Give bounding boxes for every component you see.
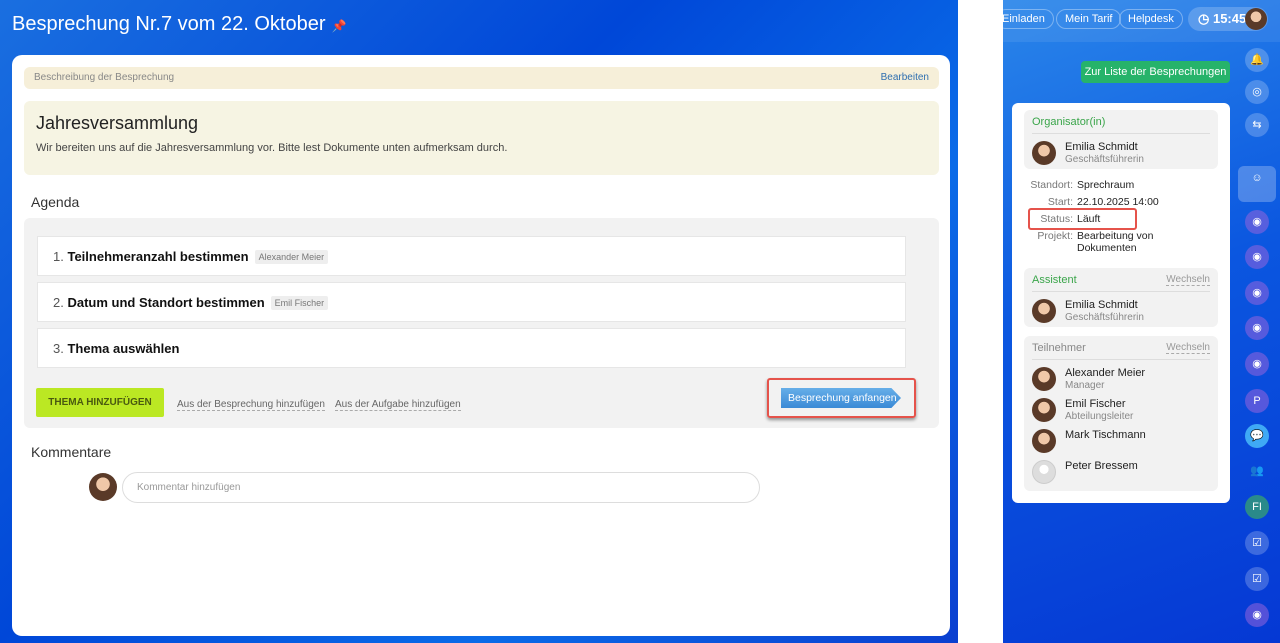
location-row: Standort: Sprechraum [1030, 179, 1135, 191]
participant[interactable]: Emil Fischer Abteilungsleiter [1032, 398, 1210, 422]
item-title: Teilnehmeranzahl bestimmen [67, 249, 249, 264]
helpdesk-button[interactable]: Helpdesk [1119, 9, 1183, 29]
user-avatar-icon[interactable]: ☺ [1238, 166, 1276, 202]
meeting-card: Beschreibung der Besprechung Bearbeiten J… [12, 55, 950, 636]
assistant-person[interactable]: Emilia Schmidt Geschäftsführerin [1032, 299, 1210, 323]
messages-icon[interactable]: 💬 [1245, 424, 1269, 448]
add-from-meeting-link[interactable]: Aus der Besprechung hinzufügen [177, 399, 325, 411]
agenda-item[interactable]: 3. Thema auswählen [37, 328, 906, 368]
agenda-item[interactable]: 2. Datum und Standort bestimmen Emil Fisc… [37, 282, 906, 322]
add-topic-button[interactable]: THEMA HINZUFÜGEN [36, 388, 164, 417]
person-role: Manager [1065, 380, 1105, 391]
avatar-placeholder [1032, 460, 1056, 484]
change-assistant-link[interactable]: Wechseln [1166, 274, 1210, 286]
start-row: Start: 22.10.2025 14:00 [1047, 196, 1159, 208]
plan-button[interactable]: Mein Tarif [1056, 9, 1122, 29]
bell-icon[interactable]: 🔔 [1245, 48, 1269, 72]
organizer-section: Organisator(in) Emilia Schmidt Geschäftsf… [1024, 110, 1218, 169]
avatar [1032, 141, 1056, 165]
details-panel: Organisator(in) Emilia Schmidt Geschäftsf… [1012, 103, 1230, 503]
item-number: 3. [53, 341, 64, 356]
assistant-section: Assistent Wechseln Emilia Schmidt Geschäft… [1024, 268, 1218, 327]
user-avatar [89, 473, 117, 501]
agenda-title: Agenda [31, 194, 80, 210]
person-name: Peter Bressem [1065, 460, 1138, 472]
person-role: Geschäftsführerin [1065, 312, 1144, 323]
person-name: Emilia Schmidt [1065, 141, 1138, 153]
chat-p-icon[interactable]: P [1245, 389, 1269, 413]
project-link[interactable]: Bearbeitung von Dokumenten [1077, 230, 1177, 254]
item-number: 2. [53, 295, 64, 310]
participants-label: Teilnehmer [1032, 342, 1086, 354]
item-tag: Alexander Meier [254, 250, 329, 264]
agenda-panel: 1. Teilnehmeranzahl bestimmen Alexander M… [24, 218, 939, 428]
channel-icon[interactable]: ◉ [1245, 210, 1269, 234]
project-row: Projekt: Bearbeitung von Dokumenten [1012, 230, 1230, 254]
agenda-item[interactable]: 1. Teilnehmeranzahl bestimmen Alexander M… [37, 236, 906, 276]
description-bar: Beschreibung der Besprechung Bearbeiten [24, 67, 939, 89]
participant[interactable]: Peter Bressem [1032, 460, 1210, 484]
change-participants-link[interactable]: Wechseln [1166, 342, 1210, 354]
channel-icon[interactable]: ◉ [1245, 245, 1269, 269]
person-name: Mark Tischmann [1065, 429, 1146, 441]
profile-avatar[interactable] [1245, 8, 1267, 30]
description-label: Beschreibung der Besprechung [34, 72, 175, 83]
task-icon[interactable]: ☑ [1245, 567, 1269, 591]
description-heading: Jahresversammlung [36, 113, 199, 133]
activity-icon[interactable]: ◎ [1245, 80, 1269, 104]
chat-fi-icon[interactable]: FI [1245, 495, 1269, 519]
channel-icon[interactable]: ◉ [1245, 352, 1269, 376]
start-meeting-button[interactable]: Besprechung anfangen [781, 388, 901, 408]
pin-icon[interactable]: 📌 [332, 19, 347, 33]
item-tag: Emil Fischer [270, 296, 329, 310]
channel-icon[interactable]: ◉ [1245, 603, 1269, 627]
comment-input[interactable]: Kommentar hinzufügen [122, 472, 760, 503]
avatar [1032, 299, 1056, 323]
add-from-task-link[interactable]: Aus der Aufgabe hinzufügen [335, 399, 461, 411]
group-icon[interactable]: 👥 [1245, 459, 1269, 483]
person-name: Emilia Schmidt [1065, 299, 1138, 311]
avatar [1032, 367, 1056, 391]
description-text: Wir bereiten uns auf die Jahresversammlu… [36, 142, 508, 154]
person-role: Geschäftsführerin [1065, 154, 1144, 165]
page-title: Besprechung Nr.7 vom 22. Oktober 📌 [12, 13, 346, 36]
participants-section: Teilnehmer Wechseln Alexander Meier Manage… [1024, 336, 1218, 491]
organizer-label: Organisator(in) [1032, 116, 1106, 128]
participant[interactable]: Alexander Meier Manager [1032, 367, 1210, 391]
participant[interactable]: Mark Tischmann [1032, 429, 1210, 453]
meeting-list-button[interactable]: Zur Liste der Besprechungen [1081, 61, 1230, 83]
avatar [1032, 429, 1056, 453]
description-box: Jahresversammlung Wir bereiten uns auf d… [24, 101, 939, 175]
edit-link[interactable]: Bearbeiten [881, 72, 929, 83]
person-role: Abteilungsleiter [1065, 411, 1134, 422]
item-title: Datum und Standort bestimmen [67, 295, 265, 310]
comments-title: Kommentare [31, 444, 112, 460]
item-number: 1. [53, 249, 64, 264]
avatar [1032, 398, 1056, 422]
task-icon[interactable]: ☑ [1245, 531, 1269, 555]
item-title: Thema auswählen [67, 341, 180, 356]
time: 15:45 [1212, 11, 1247, 26]
person-name: Emil Fischer [1065, 398, 1126, 410]
person-name: Alexander Meier [1065, 367, 1146, 379]
invite-button[interactable]: Einladen [996, 9, 1054, 29]
organizer-person[interactable]: Emilia Schmidt Geschäftsführerin [1032, 141, 1210, 165]
highlight-box: Besprechung anfangen [767, 378, 916, 418]
channel-icon[interactable]: ◉ [1245, 316, 1269, 340]
clock-icon: ◷ [1198, 11, 1210, 26]
channel-icon[interactable]: ◉ [1245, 281, 1269, 305]
status-highlight [1028, 208, 1137, 230]
assistant-label: Assistent [1032, 274, 1077, 286]
chat-sync-icon[interactable]: ⇆ [1245, 113, 1269, 137]
title-text: Besprechung Nr.7 vom 22. Oktober [12, 13, 326, 35]
